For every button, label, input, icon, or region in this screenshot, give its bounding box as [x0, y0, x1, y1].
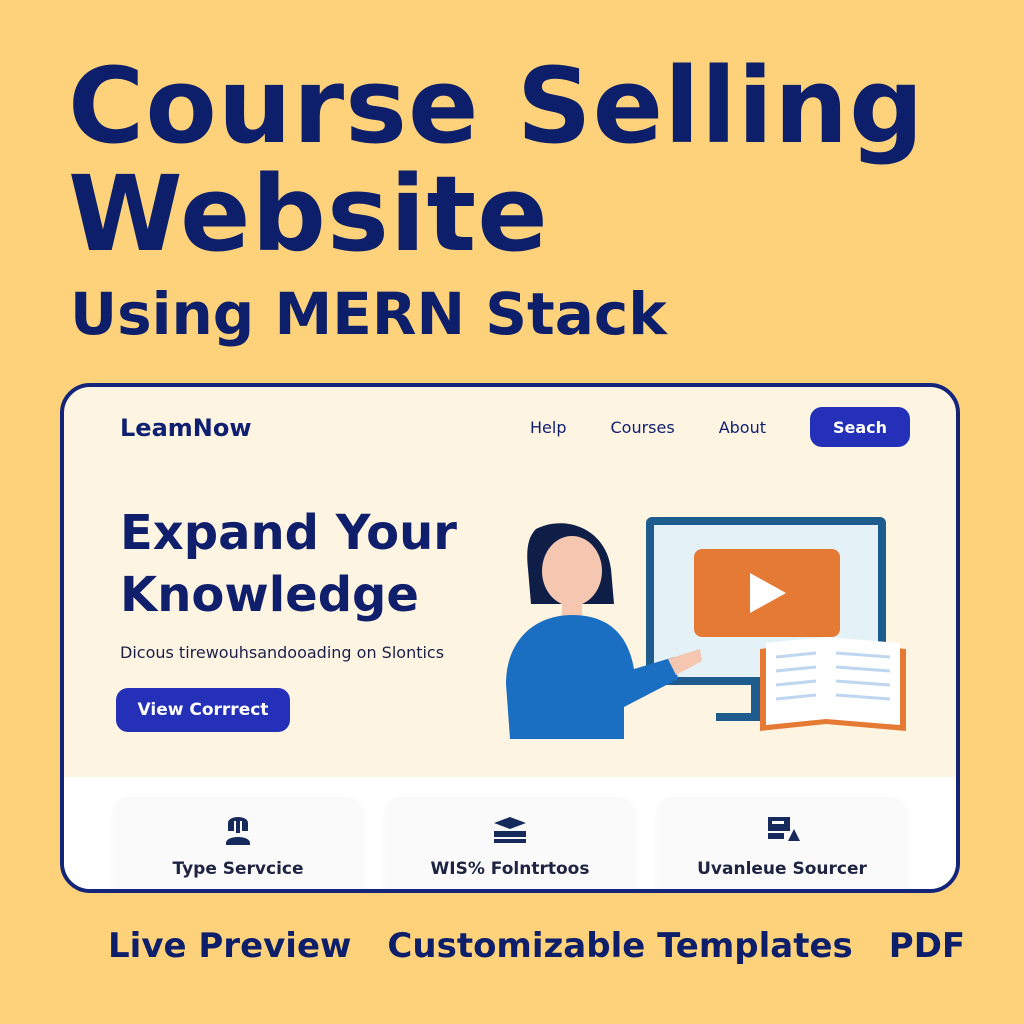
play-icon	[694, 549, 840, 637]
banner-title: Course Selling Website	[68, 52, 925, 268]
feature-card-label: Type Servcice	[172, 859, 304, 879]
feature-card[interactable]: Type Servcice	[114, 797, 362, 889]
footer-features: Live Preview Customizable Templates PDF	[108, 926, 965, 966]
footer-item-live-preview: Live Preview	[108, 926, 352, 966]
document-shapes-icon	[768, 817, 800, 841]
hero-title: Expand Your Knowledge	[120, 502, 480, 626]
banner-subtitle: Using MERN Stack	[70, 280, 667, 348]
website-preview: LeamNow Help Courses About Seach Expand …	[60, 383, 960, 893]
top-nav: Help Courses About Seach	[530, 407, 910, 447]
banner-title-line2: Website	[68, 153, 549, 275]
hero-illustration	[506, 517, 906, 739]
person-icon	[226, 817, 250, 845]
book-icon	[760, 637, 906, 731]
search-button[interactable]: Seach	[810, 407, 910, 447]
site-logo[interactable]: LeamNow	[120, 414, 252, 442]
feature-card[interactable]: WIS% Folntrtoos	[386, 797, 634, 889]
nav-help[interactable]: Help	[530, 418, 566, 437]
footer-item-templates: Customizable Templates	[387, 926, 853, 966]
banner-title-line1: Course Selling	[68, 45, 925, 167]
nav-about[interactable]: About	[719, 418, 766, 437]
features-row: Type Servcice WIS% Folntrtoos Uvanleue S…	[64, 777, 956, 889]
feature-card-label: Uvanleue Sourcer	[697, 859, 867, 879]
view-courses-button[interactable]: View Corrrect	[116, 688, 290, 732]
graduation-cap-icon	[494, 817, 526, 843]
footer-item-pdf: PDF	[888, 926, 966, 966]
hero-title-line2: Knowledge	[120, 567, 419, 623]
nav-courses[interactable]: Courses	[610, 418, 674, 437]
hero-description: Dicous tirewouhsandooading on Slontics	[120, 643, 445, 662]
feature-card[interactable]: Uvanleue Sourcer	[658, 797, 906, 889]
feature-card-label: WIS% Folntrtoos	[430, 859, 590, 879]
hero-title-line1: Expand Your	[120, 505, 457, 561]
